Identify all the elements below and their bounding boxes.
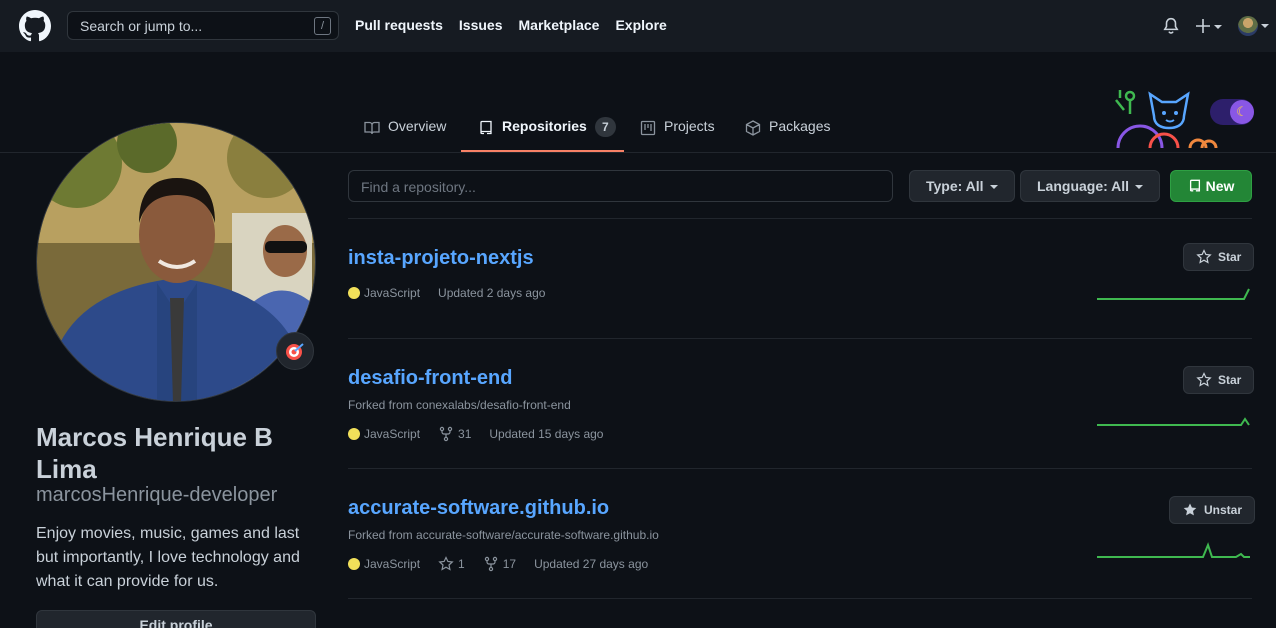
tab-packages[interactable]: Packages	[745, 118, 830, 152]
profile-photo	[37, 123, 315, 401]
star-button[interactable]: Star	[1183, 243, 1255, 271]
nav-explore[interactable]: Explore	[615, 17, 666, 33]
language-color-dot	[348, 558, 360, 570]
repo-updated: Updated 27 days ago	[534, 557, 649, 571]
tab-overview-label: Overview	[388, 118, 447, 134]
repo-icon	[1189, 179, 1200, 192]
language-filter-dropdown[interactable]: Language: All	[1020, 170, 1161, 202]
top-nav: Pull requests Issues Marketplace Explore	[355, 17, 683, 33]
fork-icon	[484, 556, 497, 572]
repo-meta: JavaScript 31 Updated 15 days ago	[348, 426, 621, 442]
repo-title-link[interactable]: accurate-software.github.io	[348, 497, 609, 520]
plus-dropdown-icon[interactable]	[1195, 15, 1225, 37]
profile-bio: Enjoy movies, music, games and last but …	[36, 525, 300, 590]
repo-stars-count: 1	[458, 557, 465, 571]
fork-icon	[439, 426, 453, 442]
language-color-dot	[348, 428, 360, 440]
bell-icon[interactable]	[1162, 16, 1180, 36]
avatar-caret-icon[interactable]	[1261, 24, 1269, 28]
new-repository-button[interactable]: New	[1170, 170, 1252, 202]
forked-from-note: Forked from conexalabs/desafio-front-end	[348, 398, 571, 412]
find-repository-placeholder: Find a repository...	[361, 179, 476, 195]
tab-repositories[interactable]: Repositories 7	[478, 117, 616, 152]
search-input[interactable]: Search or jump to... /	[67, 11, 339, 40]
nav-issues[interactable]: Issues	[459, 17, 503, 33]
repo-updated: Updated 2 days ago	[438, 286, 546, 300]
profile-avatar[interactable]	[36, 122, 316, 402]
tab-overview[interactable]: Overview	[364, 118, 446, 152]
activity-sparkline	[1097, 542, 1250, 558]
repo-stars[interactable]: 1	[438, 556, 465, 572]
forked-from-note: Forked from accurate-software/accurate-s…	[348, 528, 659, 542]
dart-target-icon	[286, 343, 304, 360]
top-header: Search or jump to... / Pull requests Iss…	[0, 0, 1276, 52]
tab-projects-label: Projects	[664, 118, 715, 134]
repo-divider	[348, 218, 1252, 219]
nav-pull-requests[interactable]: Pull requests	[355, 17, 443, 33]
repo-forks[interactable]: 17	[483, 556, 516, 572]
star-outline-icon	[438, 556, 454, 571]
book-icon	[364, 121, 380, 135]
find-repository-input[interactable]: Find a repository...	[348, 170, 893, 202]
repo-language-label: JavaScript	[364, 286, 421, 300]
repo-divider	[348, 598, 1252, 599]
repo-forks-count: 31	[458, 427, 472, 441]
github-logo-icon[interactable]	[19, 10, 51, 42]
profile-full-name: Marcos Henrique B Lima	[36, 422, 273, 484]
repo-language-label: JavaScript	[364, 427, 421, 441]
repo-language: JavaScript	[348, 557, 420, 571]
repo-forks[interactable]: 31	[438, 426, 471, 442]
star-button-label: Star	[1218, 373, 1242, 387]
tab-projects[interactable]: Projects	[640, 118, 715, 152]
type-filter-dropdown[interactable]: Type: All	[909, 170, 1015, 202]
repo-language-label: JavaScript	[364, 557, 421, 571]
theme-toggle[interactable]: ☾	[1210, 99, 1254, 125]
repo-meta: JavaScript 1 17 Updated 27 days ago	[348, 556, 666, 572]
unstar-button[interactable]: Unstar	[1169, 496, 1256, 524]
repo-divider	[348, 468, 1252, 469]
activity-sparkline	[1097, 417, 1250, 426]
star-outline-icon	[1196, 249, 1212, 264]
repo-meta: JavaScript Updated 2 days ago	[348, 286, 563, 300]
nav-marketplace[interactable]: Marketplace	[519, 17, 600, 33]
type-filter-label: Type: All	[926, 178, 984, 194]
new-button-label: New	[1205, 178, 1235, 194]
repo-language: JavaScript	[348, 286, 420, 300]
package-icon	[745, 120, 761, 136]
activity-sparkline	[1097, 288, 1250, 300]
search-shortcut-key: /	[314, 17, 331, 35]
repo-title-link[interactable]: insta-projeto-nextjs	[348, 247, 534, 270]
unstar-button-label: Unstar	[1204, 503, 1243, 517]
star-button[interactable]: Star	[1183, 366, 1255, 394]
status-button[interactable]	[276, 332, 314, 370]
moon-icon: ☾	[1230, 100, 1254, 124]
chevron-down-icon	[989, 185, 998, 190]
profile-username: marcosHenrique-developer	[36, 484, 278, 506]
edit-profile-button[interactable]: Edit profile	[36, 610, 316, 628]
chevron-down-icon	[1135, 185, 1144, 190]
repo-divider	[348, 338, 1252, 339]
search-placeholder: Search or jump to...	[80, 18, 203, 34]
project-icon	[640, 120, 656, 136]
language-filter-label: Language: All	[1037, 178, 1130, 194]
repo-updated: Updated 15 days ago	[489, 427, 604, 441]
star-button-label: Star	[1218, 250, 1242, 264]
repo-count-badge: 7	[594, 117, 616, 137]
tab-repositories-label: Repositories	[502, 118, 587, 134]
star-outline-icon	[1196, 372, 1212, 387]
repo-title-link[interactable]: desafio-front-end	[348, 367, 512, 390]
repo-language: JavaScript	[348, 427, 420, 441]
tab-packages-label: Packages	[769, 118, 831, 134]
star-filled-icon	[1183, 503, 1197, 516]
repo-forks-count: 17	[502, 557, 517, 571]
language-color-dot	[348, 287, 360, 299]
user-avatar-menu[interactable]	[1238, 16, 1258, 36]
octocat-mascot-icon	[1115, 90, 1218, 148]
repo-icon	[480, 120, 492, 135]
